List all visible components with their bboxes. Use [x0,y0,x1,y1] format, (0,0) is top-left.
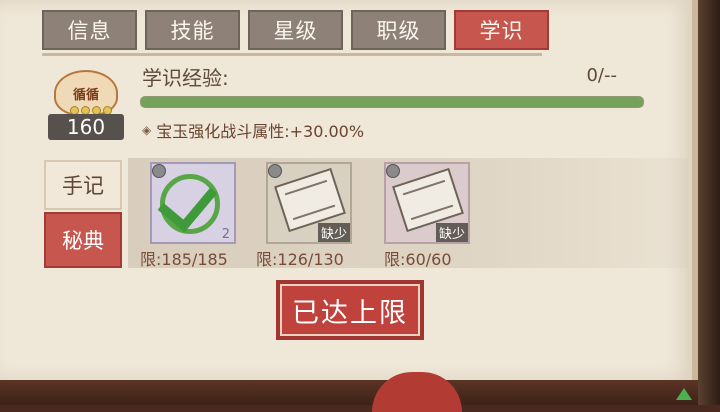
tab-skills[interactable]: 技能 [145,10,240,50]
knowledge-item-2[interactable]: 缺少 [266,162,352,244]
tab-bar: 信息 技能 星级 职级 学识 [42,10,549,54]
bottom-bar [0,380,720,405]
knowledge-level-badge: 循循 160 [48,70,124,140]
secret-manual-button[interactable]: 秘典 [44,212,122,268]
experience-bar [140,96,644,108]
notes-button[interactable]: 手记 [44,160,122,210]
item-limit-2: 限:126/130 [256,250,344,269]
bonus-line: ◈ 宝玉强化战斗属性:+30.00% [142,118,364,142]
experience-label: 学识经验: [142,66,229,90]
scroll-edge [698,0,720,405]
tab-knowledge[interactable]: 学识 [454,10,549,50]
diamond-icon: ◈ [142,123,152,137]
lock-icon [152,164,166,178]
up-arrow-icon[interactable] [676,388,692,400]
item-limit-1: 限:185/185 [140,250,228,269]
badge-level: 160 [48,114,124,140]
tab-info[interactable]: 信息 [42,10,137,50]
bonus-text: 宝玉强化战斗属性:+30.00% [156,122,365,141]
experience-bar-fill [141,97,643,107]
knowledge-item-1[interactable]: 2 [150,162,236,244]
tab-rank[interactable]: 职级 [351,10,446,50]
max-reached-stamp: 已达上限 [276,280,424,340]
experience-value: 0/-- [586,65,617,86]
knowledge-panel: 信息 技能 星级 职级 学识 循循 160 学识经验: 0/-- ◈ 宝玉强化战… [0,0,698,380]
lock-icon [268,164,282,178]
badge-title: 循循 [72,87,99,103]
item-limit-3: 限:60/60 [384,250,452,269]
tab-divider [42,53,542,56]
knowledge-item-3[interactable]: 缺少 [384,162,470,244]
lock-icon [386,164,400,178]
item-quantity: 2 [221,227,230,242]
tab-stars[interactable]: 星级 [248,10,343,50]
missing-tag: 缺少 [435,223,468,242]
missing-tag: 缺少 [317,223,350,242]
